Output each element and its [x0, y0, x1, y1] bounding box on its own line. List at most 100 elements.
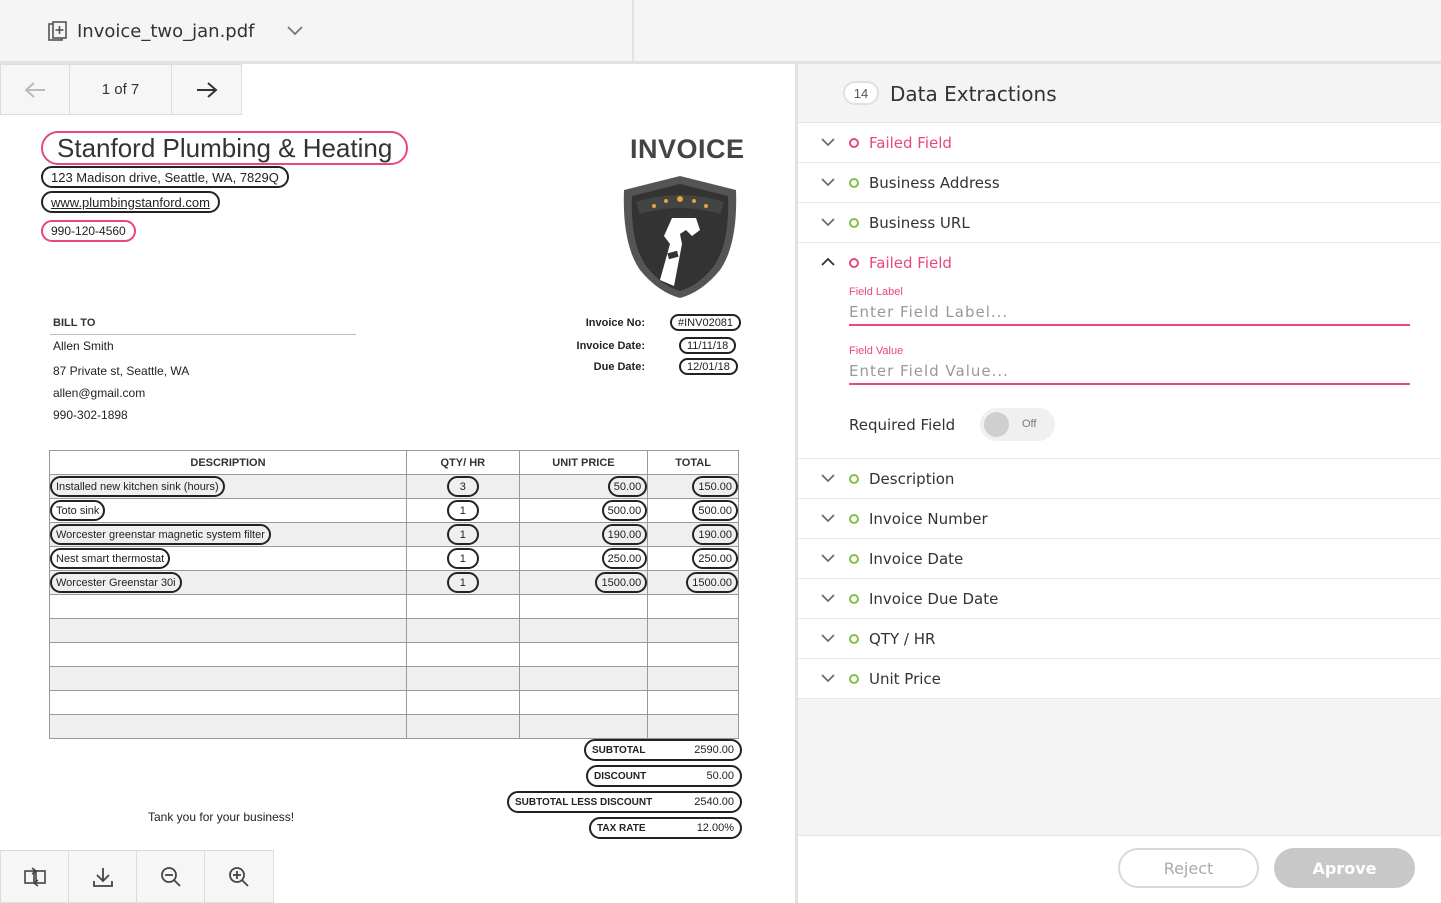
field-row-invoice-due-date[interactable]: Invoice Due Date	[798, 579, 1441, 619]
item-qty-box[interactable]: 1	[446, 500, 479, 521]
field-value-input[interactable]	[849, 359, 1410, 385]
field-label: QTY / HR	[869, 630, 936, 648]
chevron-down-icon[interactable]	[820, 552, 836, 564]
field-label: Invoice Date	[869, 550, 964, 568]
item-description-box[interactable]: Nest smart thermostat	[50, 548, 171, 569]
panel-title: Data Extractions	[890, 82, 1057, 106]
table-header: DESCRIPTION QTY/ HR UNIT PRICE TOTAL	[50, 451, 738, 475]
field-row-business-address[interactable]: Business Address	[798, 163, 1441, 203]
field-row-invoice-number[interactable]: Invoice Number	[798, 499, 1441, 539]
zoom-out-button[interactable]	[137, 851, 205, 902]
field-label: Invoice Number	[869, 510, 988, 528]
due-date-box[interactable]: 12/01/18	[679, 358, 738, 375]
subtotal-value: 2590.00	[694, 744, 734, 756]
item-description-box[interactable]: Toto sink	[50, 500, 106, 521]
item-total-box[interactable]: 1500.00	[686, 572, 738, 593]
column-header: TOTAL	[675, 456, 711, 469]
panel-header: 14 Data Extractions	[798, 64, 1441, 123]
extraction-field-list: Failed Field Business Address Business U…	[798, 123, 1441, 699]
reject-button[interactable]: Reject	[1118, 848, 1259, 888]
business-address-box[interactable]: 123 Madison drive, Seattle, WA, 7829Q	[41, 166, 289, 188]
chevron-down-icon[interactable]	[820, 136, 836, 148]
wrench-shield-logo-icon	[623, 176, 737, 298]
chevron-down-icon[interactable]	[820, 512, 836, 524]
subtotal-less-discount-box[interactable]: SUBTOTAL LESS DISCOUNT 2540.00	[507, 791, 742, 813]
chevron-down-icon[interactable]	[820, 632, 836, 644]
required-field-toggle[interactable]: Off	[980, 408, 1055, 441]
table-row: Installed new kitchen sink (hours) 3 50.…	[50, 475, 738, 499]
zoom-out-icon	[160, 866, 181, 887]
chevron-up-icon[interactable]	[820, 256, 836, 268]
chevron-down-icon[interactable]	[820, 176, 836, 188]
invoice-no-box[interactable]: #INV02081	[670, 314, 742, 331]
chevron-down-icon[interactable]	[820, 592, 836, 604]
zoom-in-button[interactable]	[205, 851, 273, 902]
table-row: Toto sink 1 500.00 500.00	[50, 499, 738, 523]
table-row: Worcester greenstar magnetic system filt…	[50, 523, 738, 547]
field-label: Description	[869, 470, 955, 488]
status-dot-ok-icon	[849, 594, 859, 604]
item-qty-box[interactable]: 3	[446, 476, 479, 497]
field-row-description[interactable]: Description	[798, 459, 1441, 499]
item-total-box[interactable]: 250.00	[692, 548, 738, 569]
field-row-qty-hr[interactable]: QTY / HR	[798, 619, 1441, 659]
field-label: Unit Price	[869, 670, 941, 688]
field-row-failed[interactable]: Failed Field	[798, 123, 1441, 163]
file-tab[interactable]: Invoice_two_jan.pdf	[0, 0, 634, 62]
field-row-unit-price[interactable]: Unit Price	[798, 659, 1441, 699]
item-description-box[interactable]: Worcester Greenstar 30i	[50, 572, 182, 593]
field-label: Failed Field	[869, 134, 952, 152]
chevron-down-icon[interactable]	[820, 216, 836, 228]
item-qty-box[interactable]: 1	[446, 548, 479, 569]
invoice-date-label: Invoice Date:	[576, 340, 645, 352]
subtotal-box[interactable]: SUBTOTAL 2590.00	[584, 739, 742, 761]
next-page-button[interactable]	[172, 65, 241, 114]
business-phone-box[interactable]: 990-120-4560	[41, 220, 136, 242]
invoice-date-box[interactable]: 11/11/18	[679, 337, 737, 354]
toggle-knob	[984, 412, 1009, 437]
bill-to-divider	[50, 334, 356, 335]
tax-rate-value: 12.00%	[696, 822, 734, 834]
field-row-failed-expanded: Failed Field Field Label Field Value Req…	[798, 243, 1441, 459]
top-bar: Invoice_two_jan.pdf	[0, 0, 1441, 64]
item-total-box[interactable]: 150.00	[692, 476, 738, 497]
tax-rate-box[interactable]: TAX RATE 12.00%	[589, 817, 742, 839]
discount-box[interactable]: DISCOUNT 50.00	[586, 765, 742, 787]
items-table: DESCRIPTION QTY/ HR UNIT PRICE TOTAL Ins…	[49, 450, 739, 739]
download-button[interactable]	[69, 851, 137, 902]
chevron-down-icon[interactable]	[820, 672, 836, 684]
field-label-input[interactable]	[849, 300, 1410, 326]
table-row-empty	[50, 595, 738, 619]
required-field-label: Required Field	[849, 416, 956, 434]
item-total-box[interactable]: 500.00	[692, 500, 738, 521]
item-description-box[interactable]: Worcester greenstar magnetic system filt…	[50, 524, 271, 545]
item-unit-price-box[interactable]: 190.00	[601, 524, 648, 545]
item-unit-price-box[interactable]: 1500.00	[595, 572, 648, 593]
approve-button[interactable]: Aprove	[1274, 848, 1415, 888]
due-date-label: Due Date:	[593, 361, 645, 373]
bill-to-email: allen@gmail.com	[53, 386, 146, 400]
field-label: Invoice Due Date	[869, 590, 999, 608]
business-url-box[interactable]: www.plumbingstanford.com	[41, 191, 220, 213]
field-label-caption: Field Label	[849, 286, 903, 298]
subtotal-less-discount-label: SUBTOTAL LESS DISCOUNT	[515, 796, 653, 808]
download-icon	[92, 867, 113, 887]
item-total-box[interactable]: 190.00	[692, 524, 738, 545]
field-label: Business Address	[869, 174, 1000, 192]
invoice-no-label: Invoice No:	[585, 317, 645, 329]
item-description-box[interactable]: Installed new kitchen sink (hours)	[50, 476, 225, 497]
field-row-invoice-date[interactable]: Invoice Date	[798, 539, 1441, 579]
status-dot-ok-icon	[849, 514, 859, 524]
chevron-down-icon[interactable]	[285, 24, 305, 38]
prev-page-button[interactable]	[1, 65, 70, 114]
business-name-box[interactable]: Stanford Plumbing & Heating	[41, 131, 409, 165]
field-row-business-url[interactable]: Business URL	[798, 203, 1441, 243]
item-unit-price-box[interactable]: 500.00	[601, 500, 648, 521]
item-unit-price-box[interactable]: 50.00	[607, 476, 648, 497]
chevron-down-icon[interactable]	[820, 472, 836, 484]
item-qty-box[interactable]: 1	[446, 524, 479, 545]
item-unit-price-box[interactable]: 250.00	[601, 548, 648, 569]
swap-button[interactable]	[1, 851, 69, 902]
item-qty-box[interactable]: 1	[446, 572, 479, 593]
status-dot-ok-icon	[849, 554, 859, 564]
